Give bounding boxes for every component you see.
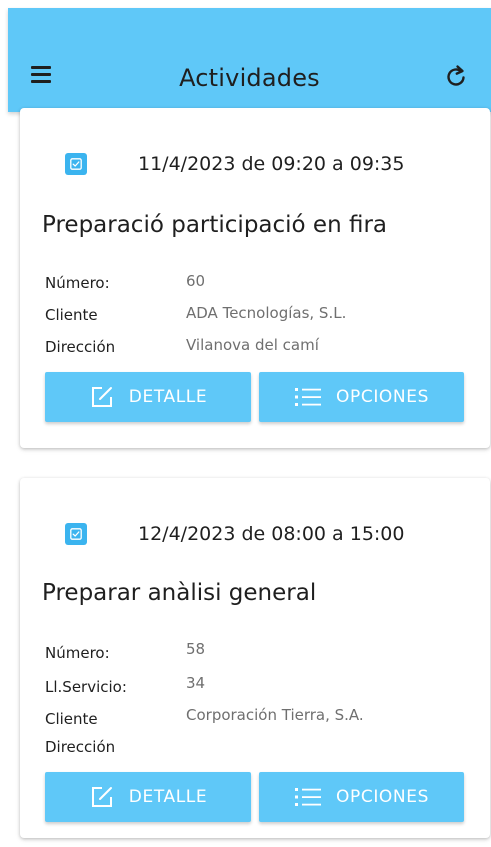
field-value: Vilanova del camí bbox=[186, 336, 319, 354]
detail-button[interactable]: DETALLE bbox=[45, 372, 251, 422]
field-label: Número: bbox=[45, 274, 110, 292]
field-label: Número: bbox=[45, 644, 110, 662]
activity-title: Preparació participació en fira bbox=[42, 212, 388, 238]
activity-card[interactable]: 12/4/2023 de 08:00 a 15:00 Preparar anàl… bbox=[20, 478, 490, 838]
field-value: 34 bbox=[186, 674, 206, 692]
refresh-icon[interactable] bbox=[441, 62, 471, 92]
detail-button[interactable]: DETALLE bbox=[45, 772, 251, 822]
field-value: Corporación Tierra, S.A. bbox=[186, 706, 364, 724]
list-icon bbox=[295, 788, 322, 806]
detail-button-label: DETALLE bbox=[128, 387, 208, 407]
checkbox-icon[interactable] bbox=[65, 523, 87, 545]
app-screen: Actividades 11/4/2023 de 09:20 a 09:35 P… bbox=[0, 0, 491, 847]
detail-button-label: DETALLE bbox=[128, 787, 208, 807]
activity-date: 11/4/2023 de 09:20 a 09:35 bbox=[138, 153, 405, 175]
options-button[interactable]: OPCIONES bbox=[259, 372, 464, 422]
field-value: ADA Tecnologías, S.L. bbox=[186, 304, 347, 322]
options-button-label: OPCIONES bbox=[336, 787, 429, 807]
list-icon bbox=[295, 388, 322, 406]
checkbox-icon[interactable] bbox=[65, 153, 87, 175]
field-value: 58 bbox=[186, 640, 206, 658]
field-label: Cliente bbox=[45, 710, 98, 728]
activity-title: Preparar anàlisi general bbox=[42, 580, 317, 606]
app-bar: Actividades bbox=[8, 8, 491, 112]
activity-card[interactable]: 11/4/2023 de 09:20 a 09:35 Preparació pa… bbox=[20, 108, 490, 448]
options-button-label: OPCIONES bbox=[336, 387, 429, 407]
field-label: Dirección bbox=[45, 338, 116, 356]
edit-icon bbox=[91, 787, 112, 807]
activity-date: 12/4/2023 de 08:00 a 15:00 bbox=[138, 523, 405, 545]
options-button[interactable]: OPCIONES bbox=[259, 772, 464, 822]
field-label: Cliente bbox=[45, 306, 98, 324]
page-title: Actividades bbox=[179, 64, 320, 92]
field-label: Ll.Servicio: bbox=[45, 678, 127, 696]
field-value: 60 bbox=[186, 272, 206, 290]
field-label: Dirección bbox=[45, 738, 116, 756]
edit-icon bbox=[91, 387, 112, 407]
